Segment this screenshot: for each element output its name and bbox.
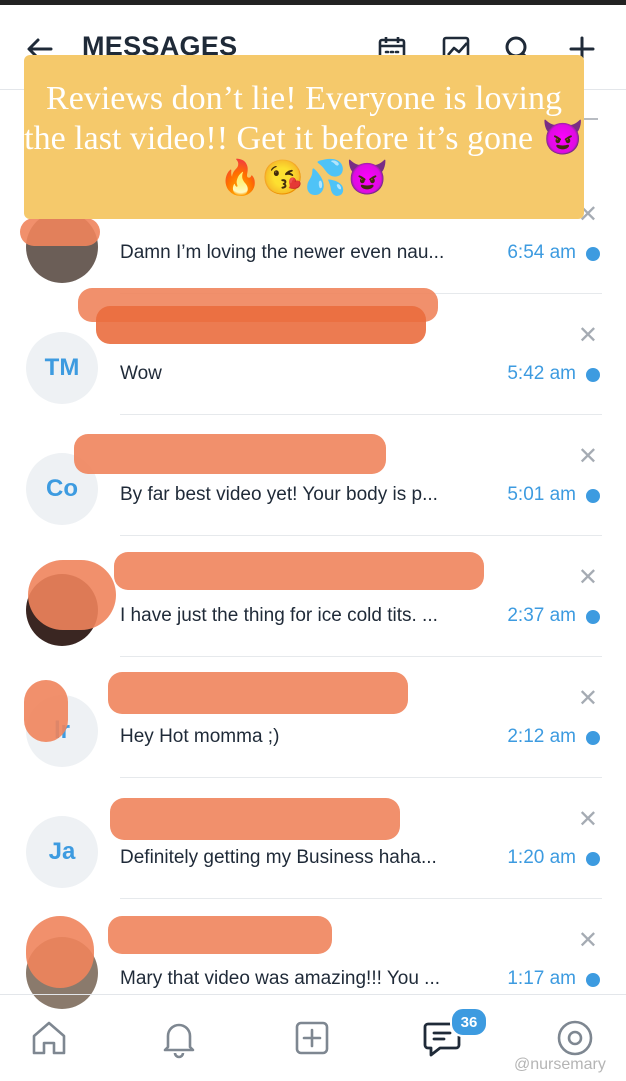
redaction-scribble bbox=[108, 916, 332, 954]
avatar: Ja bbox=[26, 816, 98, 888]
notifications-bell-icon[interactable] bbox=[156, 1015, 202, 1061]
close-icon[interactable]: ✕ bbox=[578, 566, 598, 590]
close-icon[interactable]: ✕ bbox=[578, 445, 598, 469]
message-preview: Damn I’m loving the newer even nau... bbox=[120, 242, 445, 263]
unread-dot bbox=[586, 852, 600, 866]
message-preview: By far best video yet! Your body is p... bbox=[120, 484, 438, 505]
unread-dot bbox=[586, 368, 600, 382]
redaction-scribble bbox=[26, 916, 94, 988]
message-time: 1:20 am bbox=[507, 847, 576, 868]
avatar-initials: Ja bbox=[48, 838, 76, 865]
message-time: 5:01 am bbox=[507, 484, 576, 505]
watermark: @nursemary bbox=[514, 1056, 606, 1073]
avatar-initials: Co bbox=[46, 475, 78, 502]
unread-dot bbox=[586, 247, 600, 261]
redaction-scribble bbox=[74, 434, 386, 474]
unread-count-badge: 36 bbox=[450, 1007, 488, 1037]
redaction-scribble bbox=[110, 798, 400, 840]
redaction-scribble bbox=[108, 672, 408, 714]
redaction-scribble bbox=[24, 680, 68, 742]
add-post-icon[interactable] bbox=[289, 1015, 335, 1061]
message-preview: Definitely getting my Business haha... bbox=[120, 847, 437, 868]
profile-icon[interactable] bbox=[552, 1015, 598, 1061]
message-preview: I have just the thing for ice cold tits.… bbox=[120, 605, 438, 626]
message-preview: Wow bbox=[120, 363, 162, 384]
close-icon[interactable]: ✕ bbox=[578, 324, 598, 348]
redaction-scribble bbox=[96, 306, 426, 344]
unread-dot bbox=[586, 973, 600, 987]
close-icon[interactable]: ✕ bbox=[578, 687, 598, 711]
message-time: 5:42 am bbox=[507, 363, 576, 384]
unread-dot bbox=[586, 489, 600, 503]
message-time: 1:17 am bbox=[507, 968, 576, 989]
message-time: 6:54 am bbox=[507, 242, 576, 263]
close-icon[interactable]: ✕ bbox=[578, 808, 598, 832]
message-preview: Mary that video was amazing!!! You ... bbox=[120, 968, 441, 989]
unread-dot bbox=[586, 731, 600, 745]
avatar: TM bbox=[26, 332, 98, 404]
unread-dot bbox=[586, 610, 600, 624]
banner-text: Reviews don’t lie! Everyone is loving th… bbox=[24, 80, 584, 197]
redaction-scribble bbox=[20, 218, 100, 246]
redaction-scribble bbox=[28, 560, 116, 630]
message-time: 2:12 am bbox=[507, 726, 576, 747]
close-icon[interactable]: ✕ bbox=[578, 929, 598, 953]
promo-banner: Reviews don’t lie! Everyone is loving th… bbox=[24, 55, 584, 219]
message-time: 2:37 am bbox=[507, 605, 576, 626]
home-icon[interactable] bbox=[26, 1015, 72, 1061]
redaction-scribble bbox=[114, 552, 484, 590]
message-preview: Hey Hot momma ;) bbox=[120, 726, 280, 747]
avatar-initials: TM bbox=[44, 354, 80, 381]
